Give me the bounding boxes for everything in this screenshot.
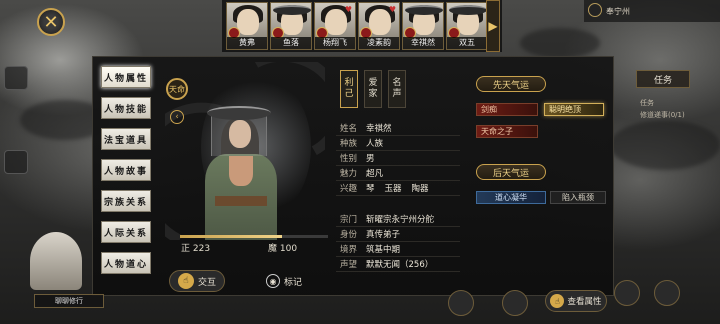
interests-row: 兴趣 琴玉器 陶器 [336, 181, 460, 196]
interest-tag: 玉器 [384, 184, 402, 194]
party-member[interactable]: 鱼落 [270, 2, 312, 50]
alignment-bar-fill [180, 235, 283, 238]
party-member[interactable]: ♥ 杨翔飞 [314, 2, 356, 50]
profile-affiliation: 宗门 斩曜宗永宁州分舵 身份 真传弟子 境界 筑基中期 声望 默默无闻（256） [336, 212, 460, 272]
side-tab[interactable]: 宗族关系 [101, 190, 151, 212]
close-x-icon: ✕ [43, 11, 59, 33]
profile-row: 身份 真传弟子 [336, 227, 460, 242]
side-tab[interactable]: 人物故事 [101, 159, 151, 181]
profile-basic: 姓名 幸祺然 种族 人族 性别男魅力 超凡 [336, 121, 460, 181]
eye-icon: ◉ [266, 274, 280, 288]
character-portrait [165, 62, 325, 240]
side-tab[interactable]: 人物技能 [101, 97, 151, 119]
innate-trait[interactable]: 聪明绝顶 [544, 103, 604, 116]
side-tabs: 人物属性人物技能法宝道具人物故事宗族关系人际关系人物道心 [101, 66, 151, 283]
party-member-name: 幸祺然 [403, 37, 443, 49]
party-member-name: 鱼落 [271, 37, 311, 49]
stat-column[interactable]: 名声 [388, 70, 406, 108]
profile-row: 境界 筑基中期 [336, 242, 460, 257]
side-tab[interactable]: 人际关系 [101, 221, 151, 243]
compass-icon [588, 3, 602, 17]
acquired-fortune-title: 后天气运 [476, 164, 546, 180]
dock-label[interactable]: 聊聊修行 [34, 294, 104, 308]
profile-row: 声望 默默无闻（256） [336, 257, 460, 272]
interest-tag: 陶器 [411, 184, 429, 194]
acquired-trait[interactable]: 陷入瓶颈 [550, 191, 606, 204]
demonic-stat: 魔 100 [268, 244, 298, 254]
chevron-left-icon[interactable]: ‹ [170, 110, 184, 124]
companion-avatar[interactable] [30, 232, 82, 290]
innate-fortune-title: 先天气运 [476, 76, 546, 92]
profile-row: 性别男 [336, 151, 460, 166]
mark-button[interactable]: ◉ 标记 [266, 272, 302, 290]
view-attributes-button[interactable]: ☝ 查看属性 [545, 290, 607, 312]
quest-row: 任务 [640, 99, 654, 107]
fate-badge[interactable]: 天命 [166, 78, 188, 100]
profile-row: 种族 人族 [336, 136, 460, 151]
rail-icon-2[interactable] [4, 150, 28, 174]
party-member-name: 凌素韵 [359, 37, 399, 49]
party-member[interactable]: ♥ 凌素韵 [358, 2, 400, 50]
menu-round-icon[interactable] [502, 290, 528, 316]
side-tab[interactable]: 人物道心 [101, 252, 151, 274]
righteous-stat: 正 223 [181, 244, 211, 254]
heart-icon: ♥ [388, 5, 396, 14]
innate-trait[interactable]: 天命之子 [476, 125, 538, 138]
menu-round-icon[interactable] [448, 290, 474, 316]
menu-round-icon[interactable] [614, 280, 640, 306]
interact-button[interactable]: ☝ 交互 [169, 270, 225, 292]
party-member[interactable]: 黄弗 [226, 2, 268, 50]
interest-tag: 琴 [366, 184, 375, 194]
hand-icon: ☝ [177, 273, 194, 289]
hand-icon: ☝ [550, 294, 565, 308]
side-tab[interactable]: 人物属性 [101, 66, 151, 88]
region-name: 奉宁州 [606, 6, 630, 16]
party-member-name: 双五 [447, 37, 487, 49]
roster-expand-arrow-icon[interactable]: ▶ [486, 0, 500, 52]
innate-trait[interactable]: 剑痴 [476, 103, 538, 116]
profile-row: 宗门 斩曜宗永宁州分舵 [336, 212, 460, 227]
side-tab[interactable]: 法宝道具 [101, 128, 151, 150]
quest-tab[interactable]: 任务 [636, 70, 690, 88]
acquired-trait[interactable]: 道心凝华 [476, 191, 546, 204]
alignment-bar [180, 235, 328, 238]
quest-row: 修道递事(0/1) [640, 111, 685, 119]
rail-icon-1[interactable] [4, 66, 28, 90]
party-member[interactable]: 双五 [446, 2, 488, 50]
stat-column[interactable]: 爱家 [364, 70, 382, 108]
profile-row: 魅力 超凡 [336, 166, 460, 181]
profile-row: 姓名 幸祺然 [336, 121, 460, 136]
stat-column[interactable]: 利己 [340, 70, 358, 108]
party-member-name: 黄弗 [227, 37, 267, 49]
party-member-name: 杨翔飞 [315, 37, 355, 49]
close-button[interactable]: ✕ [37, 8, 65, 36]
region-strip: 奉宁州 [584, 0, 720, 22]
menu-round-icon[interactable] [654, 280, 680, 306]
party-member[interactable]: 幸祺然 [402, 2, 444, 50]
party-roster: 黄弗 鱼落 ♥ 杨翔飞 ♥ 凌素韵 幸祺然 双五 [222, 0, 502, 52]
heart-icon: ♥ [344, 5, 352, 14]
